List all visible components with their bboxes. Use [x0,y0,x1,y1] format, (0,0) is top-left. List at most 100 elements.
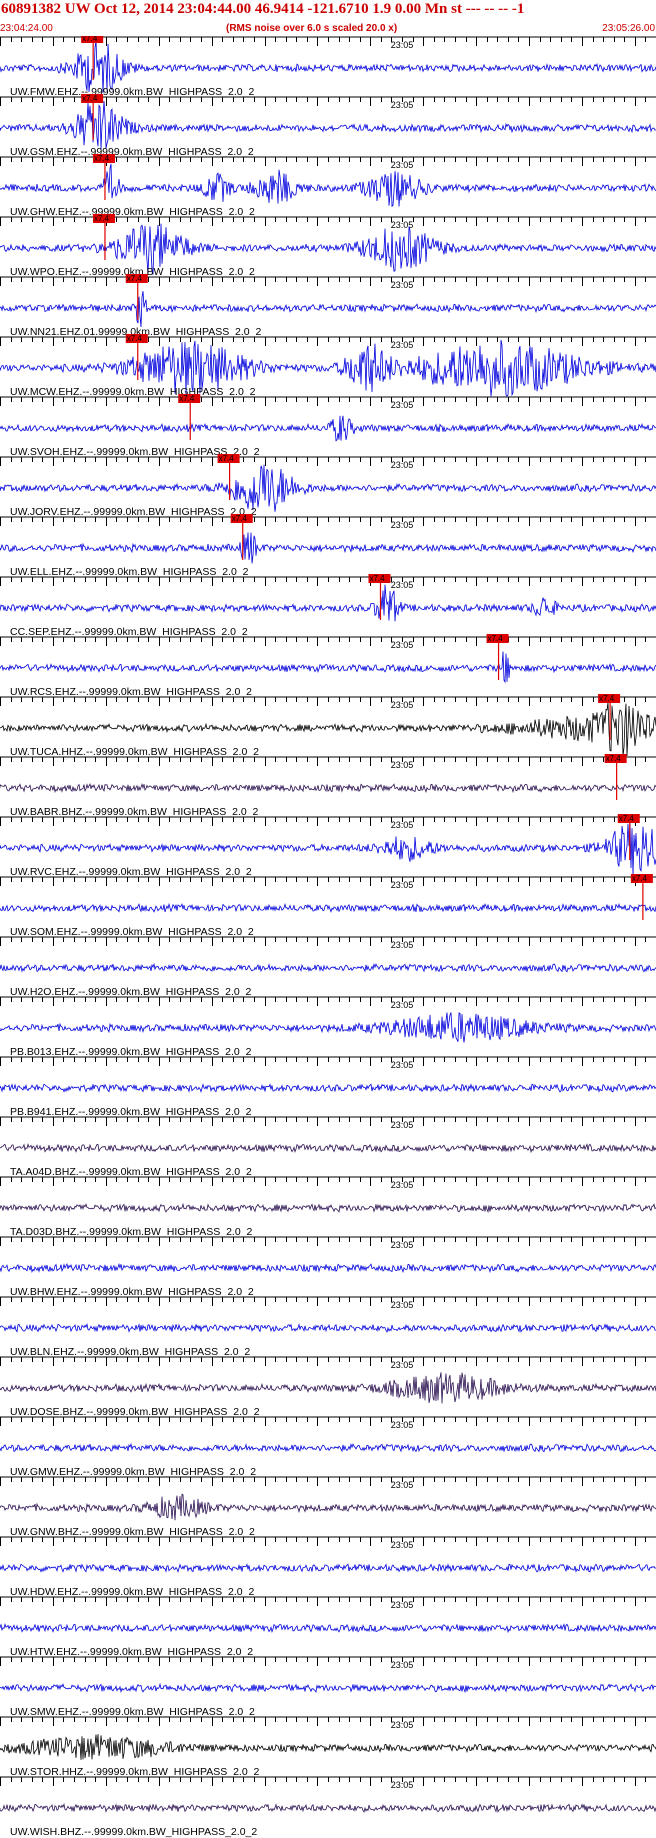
minute-mark-label: 23:05 [391,580,414,590]
trace-row: 23:05 x7.4 UW.ELL.EHZ.--.99999.0km.BW_HIGH… [0,514,656,578]
minute-mark-label: 23:05 [391,280,414,290]
trace-label: UW.BABR.BHZ.--.99999.0km.BW_HIGHPASS_2.0… [10,806,259,818]
minute-mark-label: 23:05 [391,1360,414,1370]
minute-mark-label: 23:05 [391,1120,414,1130]
trace-row: 23:05x7.4UW.WPO.EHZ.--.99999.0km.BW_HIGH… [0,214,656,278]
pick-marker-label: x7.4 [179,394,195,403]
trace-row: 23:05 UW.HDW.EHZ.--.99999.0km.BW_HIGHPASS… [0,1536,656,1598]
seismogram-panel: 23:05 x7.4 UW.FMW.EHZ.--.99999.0km.BW_HIGH… [0,36,656,1838]
trace-label: UW.TUCA.HHZ.--.99999.0km.BW_HIGHPASS_2.0… [10,746,259,758]
start-time-label: 23:04:24.00 [0,23,53,34]
trace-label: UW.RVC.EHZ.--.99999.0km.BW_HIGHPASS_2.0_… [10,866,252,878]
pick-marker-label: x7.4 [82,94,98,103]
seismogram-trace [0,584,656,622]
trace-row: 23:05x7.4UW.SVOH.EHZ.--.99999.0km.BW_HIG… [0,394,656,458]
pick-marker-label: x7.4 [619,814,635,823]
seismogram-trace [0,1083,656,1094]
trace-label: UW.GHW.EHZ.--.99999.0km.BW_HIGHPASS_2.0_… [10,206,255,218]
trace-label: UW.GSM.EHZ.--.99999.0km.BW_HIGHPASS_2.0_… [10,146,254,158]
trace-label: UW.RCS.EHZ.--.99999.0km.BW_HIGHPASS_2.0_… [10,686,252,698]
minute-mark-label: 23:05 [391,460,414,470]
trace-label: UW.MCW.EHZ.--.99999.0km.BW_HIGHPASS_2.0_… [10,386,256,398]
trace-row: 23:05 UW.STOR.HHZ.--.99999.0km.BW_HIGHPAS… [0,1716,656,1778]
minute-mark-label: 23:05 [391,1600,414,1610]
trace-label: UW.HTW.EHZ.--.99999.0km.BW_HIGHPASS_2.0_… [10,1646,253,1658]
trace-row: 23:05 UW.WISH.BHZ.--.99999.0km.BW_HIGHPAS… [0,1776,656,1838]
minute-mark-label: 23:05 [391,1780,414,1790]
pick-marker-label: x7.4 [82,36,98,43]
pick-marker-label: x7.4 [127,334,143,343]
seismogram-trace [0,962,656,973]
trace-row: 23:05 x7.4 UW.GSM.EHZ.--.99999.0km.BW_HIGH… [0,94,656,158]
seismogram-trace [0,1143,656,1154]
seismogram-trace [0,1682,656,1694]
trace-row: 23:05 TA.A04D.BHZ.--.99999.0km.BW_HIGHPAS… [0,1116,656,1178]
seismogram-trace [0,163,656,208]
trace-row: 23:05 UW.DOSE.BHZ.--.99999.0km.BW_HIGHPAS… [0,1356,656,1418]
trace-row: 23:05x7.4UW.NN21.EHZ.01.99999.0km.BW_HIG… [0,274,656,338]
minute-mark-label: 23:05 [391,160,414,170]
minute-mark-label: 23:05 [391,400,414,410]
seismogram-trace [0,902,656,913]
trace-label: UW.BHW.EHZ.--.99999.0km.BW_HIGHPASS_2.0_… [10,1286,254,1298]
minute-mark-label: 23:05 [391,1000,414,1010]
pick-marker-label: x7.4 [488,634,504,643]
minute-mark-label: 23:05 [391,880,414,890]
seismogram-trace [0,1493,656,1521]
trace-row: 23:05 x7.4 UW.GHW.EHZ.--.99999.0km.BW_HIGH… [0,154,656,218]
trace-row: 23:05 UW.BHW.EHZ.--.99999.0km.BW_HIGHPASS… [0,1236,656,1298]
seismogram-trace [0,1262,656,1274]
trace-row: 23:05 UW.H2O.EHZ.--.99999.0km.BW_HIGHPASS… [0,936,656,998]
pick-marker-label: x7.4 [219,454,235,463]
pick-marker-label: x7.4 [94,154,110,163]
seismogram-trace [0,100,656,150]
minute-mark-label: 23:05 [391,1180,414,1190]
minute-mark-label: 23:05 [391,1660,414,1670]
seismogram-trace [0,782,656,794]
trace-row: 23:05 x7.4 UW.BABR.BHZ.--.99999.0km.BW_HIG… [0,754,656,818]
seismogram-trace [0,1322,656,1333]
minute-mark-label: 23:05 [391,1540,414,1550]
trace-row: 23:05 UW.SMW.EHZ.--.99999.0km.BW_HIGHPASS… [0,1656,656,1718]
trace-row: 23:05 PB.B941.EHZ.--.99999.0km.BW_HIGHPAS… [0,1056,656,1118]
trace-label: TA.A04D.BHZ.--.99999.0km.BW_HIGHPASS_2.0… [10,1166,252,1178]
seismogram-trace [0,651,656,684]
pick-marker-label: x7.4 [94,214,110,223]
event-title: 60891382 UW Oct 12, 2014 23:04:44.00 46.… [1,1,525,17]
seismogram-trace [0,1202,656,1214]
trace-row: 23:05 x7.4 UW.FMW.EHZ.--.99999.0km.BW_HIGH… [0,36,656,98]
trace-label: UW.STOR.HHZ.--.99999.0km.BW_HIGHPASS_2.0… [10,1766,260,1778]
seismogram-trace [0,532,656,564]
trace-row: 23:05 x7.4 UW.MCW.EHZ.--.99999.0km.BW_HIGH… [0,334,656,398]
trace-row: 23:05 x7.4 UW.TUCA.HHZ.--.99999.0km.BW_HIG… [0,694,656,758]
trace-row: 23:05 x7.4 UW.RVC.EHZ.--.99999.0km.BW_HIGH… [0,814,656,878]
plot-header: 60891382 UW Oct 12, 2014 23:04:44.00 46.… [0,0,656,36]
trace-label: UW.WISH.BHZ.--.99999.0km.BW_HIGHPASS_2.0… [10,1826,257,1838]
pick-marker-label: x7.4 [369,574,385,583]
seismogram-trace [0,1442,656,1453]
trace-label: PB.B941.EHZ.--.99999.0km.BW_HIGHPASS_2.0… [10,1106,252,1118]
seismogram-trace [0,1563,656,1574]
minute-mark-label: 23:05 [391,1240,414,1250]
minute-mark-label: 23:05 [391,1720,414,1730]
minute-mark-label: 23:05 [391,1060,414,1070]
minute-mark-label: 23:05 [391,100,414,110]
seismogram-trace [0,464,656,512]
seismogram-traces: 23:05x7.4UW.FMW.EHZ.--.99999.0km.BW_HIGH… [0,36,656,1838]
minute-mark-label: 23:05 [391,820,414,830]
seismogram-trace [0,1372,656,1404]
trace-row: 23:05 UW.GNW.BHZ.--.99999.0km.BW_HIGHPASS… [0,1476,656,1538]
pick-marker-label: x7.4 [606,754,622,763]
trace-label: UW.GNW.BHZ.--.99999.0km.BW_HIGHPASS_2.0_… [10,1526,255,1538]
trace-label: UW.SMW.EHZ.--.99999.0km.BW_HIGHPASS_2.0_… [10,1706,255,1718]
minute-mark-label: 23:05 [391,340,414,350]
minute-mark-label: 23:05 [391,520,414,530]
trace-label: UW.SOM.EHZ.--.99999.0km.BW_HIGHPASS_2.0_… [10,926,254,938]
end-time-label: 23:05:26.00 [602,23,655,34]
minute-mark-label: 23:05 [391,1300,414,1310]
pick-marker-label: x7.4 [599,694,615,703]
minute-mark-label: 23:05 [391,640,414,650]
trace-row: 23:05 UW.GMW.EHZ.--.99999.0km.BW_HIGHPASS… [0,1416,656,1478]
trace-label: UW.HDW.EHZ.--.99999.0km.BW_HIGHPASS_2.0_… [10,1586,254,1598]
pick-marker-label: x7.4 [232,514,248,523]
